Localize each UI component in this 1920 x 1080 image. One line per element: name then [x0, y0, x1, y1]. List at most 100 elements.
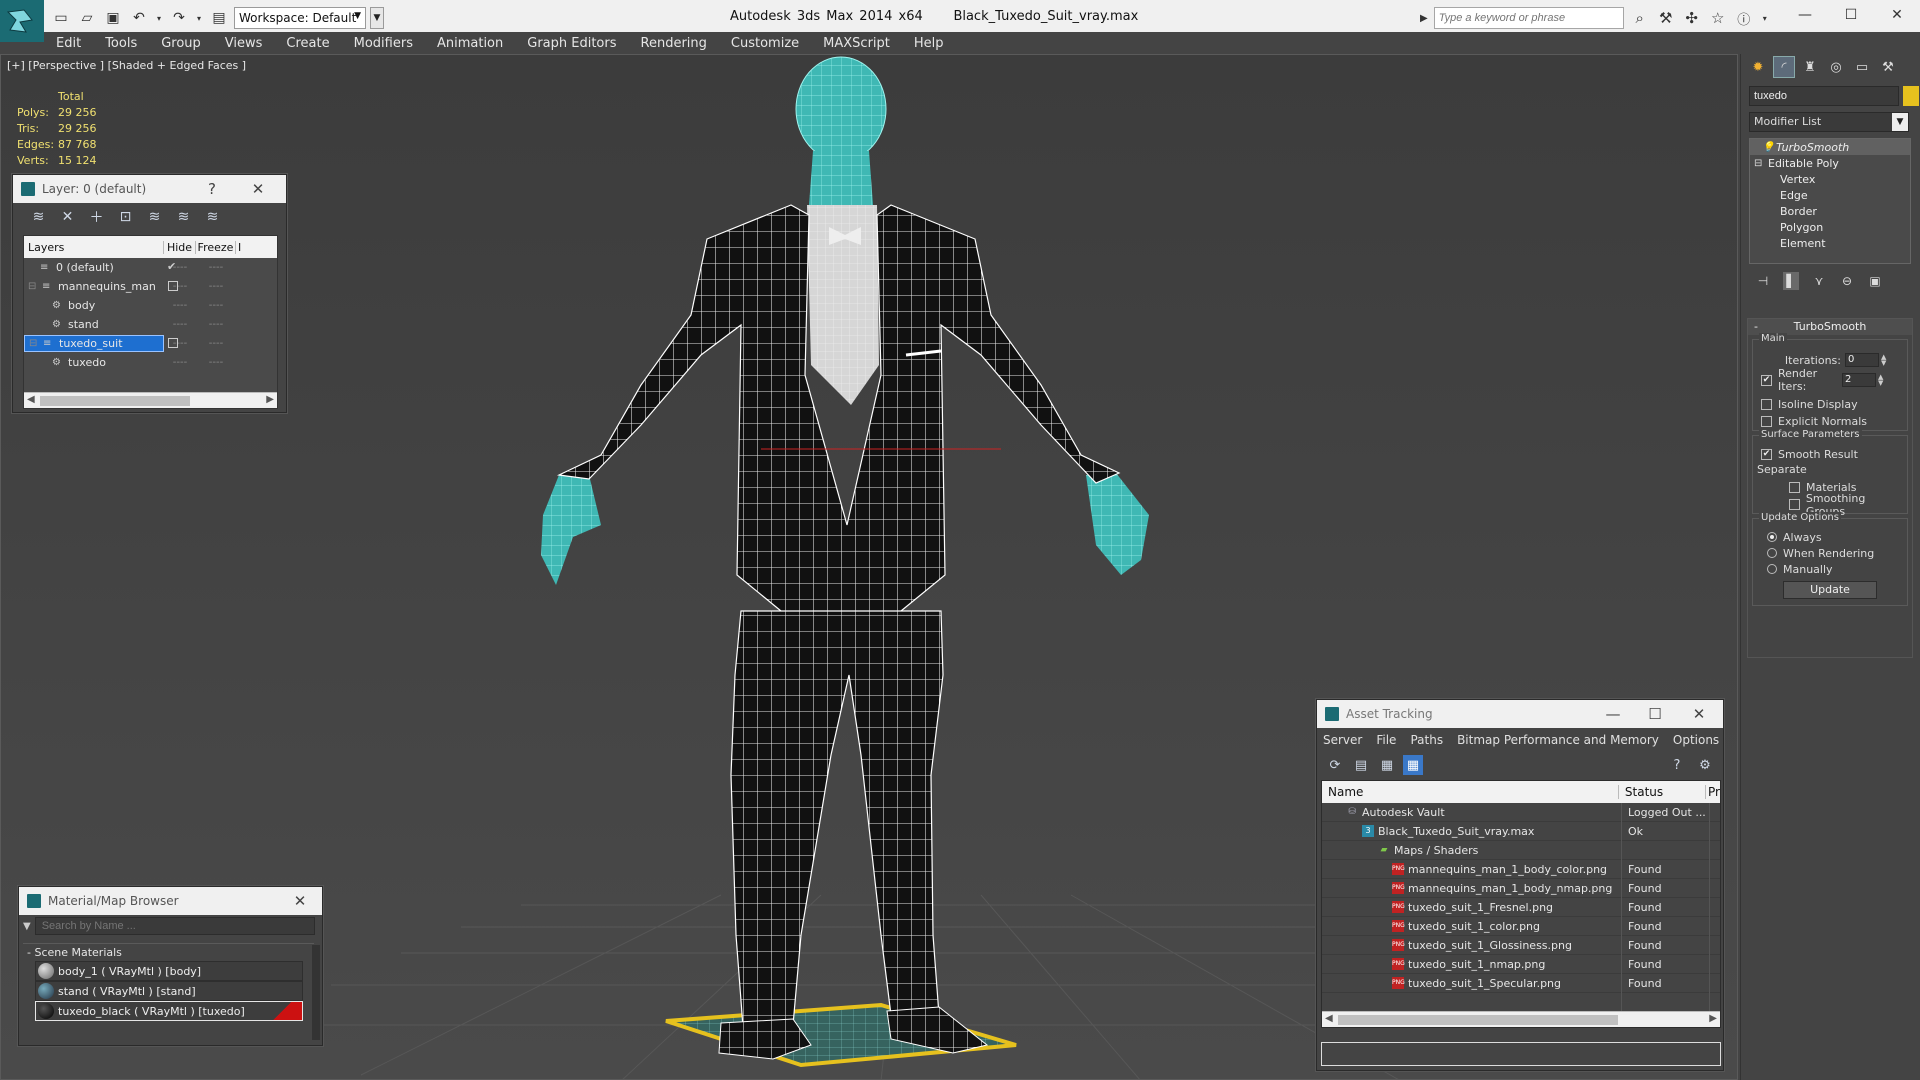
scroll-right-icon[interactable]: ▶ — [1709, 1013, 1717, 1024]
remove-modifier-icon[interactable]: ⊖ — [1839, 272, 1855, 290]
project-folder-icon[interactable]: ▤ — [208, 7, 230, 29]
add-to-layer-icon[interactable]: ＋ — [85, 207, 108, 227]
options-dropdown-icon[interactable]: ▼ — [23, 921, 31, 932]
material-item-tuxedo[interactable]: tuxedo_black ( VRayMtl ) [tuxedo] — [35, 1001, 303, 1021]
maximize-icon[interactable]: ☐ — [1828, 0, 1874, 30]
create-layer-icon[interactable]: ≋ — [27, 207, 50, 227]
column-name[interactable]: Name — [1322, 785, 1619, 799]
menu-rendering[interactable]: Rendering — [641, 36, 707, 51]
table-view-icon[interactable]: ▦ — [1403, 755, 1423, 775]
scroll-right-icon[interactable]: ▶ — [266, 394, 274, 405]
update-button[interactable]: Update — [1783, 581, 1877, 599]
collapse-icon[interactable]: ⊟ — [1754, 158, 1768, 169]
asset-row[interactable]: PNG mannequins_man_1_body_color.png Found — [1322, 859, 1720, 879]
scene-materials-group[interactable]: - Scene Materials — [23, 943, 314, 961]
display-tab-icon[interactable]: ▭ — [1851, 56, 1873, 78]
close-icon[interactable]: ✕ — [240, 175, 276, 203]
workspace-dropdown[interactable]: Workspace: Default ▼ — [234, 7, 366, 29]
thumbnail-view-icon[interactable]: ▦ — [1377, 755, 1397, 775]
expand-arrow-icon[interactable]: ▶ — [1420, 13, 1428, 24]
save-file-icon[interactable]: ▣ — [102, 7, 124, 29]
when-rendering-radio[interactable] — [1767, 548, 1777, 558]
create-tab-icon[interactable]: ✹ — [1747, 56, 1769, 78]
communication-center-icon[interactable]: ✣ — [1682, 8, 1702, 28]
scroll-left-icon[interactable]: ◀ — [1325, 1013, 1333, 1024]
material-search-input[interactable] — [34, 917, 315, 935]
configure-sets-icon[interactable]: ▣ — [1867, 272, 1883, 290]
update-manually-option[interactable]: Manually — [1753, 561, 1907, 577]
material-item-body[interactable]: body_1 ( VRayMtl ) [body] — [35, 961, 303, 981]
stack-item-turbosmooth[interactable]: 💡 TurboSmooth — [1750, 139, 1910, 155]
scroll-thumb[interactable] — [1338, 1015, 1618, 1025]
asset-menu-server[interactable]: Server — [1323, 733, 1362, 747]
asset-row[interactable]: PNG tuxedo_suit_1_Fresnel.png Found — [1322, 897, 1720, 917]
explicit-normals-checkbox[interactable] — [1761, 416, 1772, 427]
material-browser-titlebar[interactable]: Material/Map Browser ✕ — [19, 887, 322, 915]
hide-toggle[interactable]: ---- — [164, 357, 196, 368]
asset-row[interactable]: ▰ Maps / Shaders — [1322, 840, 1720, 860]
menu-create[interactable]: Create — [286, 36, 329, 51]
menu-modifiers[interactable]: Modifiers — [354, 36, 413, 51]
binoculars-icon[interactable]: ⌕ — [1630, 8, 1650, 28]
lightbulb-icon[interactable]: 💡 — [1762, 142, 1776, 153]
asset-row[interactable]: 3 Black_Tuxedo_Suit_vray.max Ok — [1322, 821, 1720, 841]
freeze-toggle[interactable]: ---- — [196, 338, 236, 349]
subobject-polygon[interactable]: Polygon — [1750, 219, 1910, 235]
menu-help[interactable]: Help — [914, 36, 944, 51]
list-view-icon[interactable]: ▤ — [1351, 755, 1371, 775]
minimize-icon[interactable]: — — [1595, 700, 1631, 728]
spinner-arrows-icon[interactable]: ▲ ▼ — [1878, 374, 1883, 387]
help-dropdown-icon[interactable]: ▾ — [1760, 8, 1770, 28]
smoothing-groups-checkbox[interactable] — [1789, 499, 1800, 510]
asset-row[interactable]: PNG tuxedo_suit_1_Specular.png Found — [1322, 973, 1720, 993]
smooth-result-option[interactable]: ✔ Smooth Result — [1753, 446, 1907, 463]
freeze-toggle[interactable]: ---- — [196, 300, 236, 311]
hide-toggle[interactable]: ---- — [164, 300, 196, 311]
motion-tab-icon[interactable]: ◎ — [1825, 56, 1847, 78]
layer-row-tuxedo-suit[interactable]: ⊟ ≡ tuxedo_suit ---- ---- — [24, 334, 277, 353]
subobject-element[interactable]: Element — [1750, 235, 1910, 251]
smooth-result-checkbox[interactable]: ✔ — [1761, 449, 1772, 460]
isoline-checkbox[interactable] — [1761, 399, 1772, 410]
close-icon[interactable]: ✕ — [282, 887, 318, 915]
asset-row[interactable]: ⛁ Autodesk Vault Logged Out ... — [1322, 802, 1720, 822]
hierarchy-tab-icon[interactable]: ♜ — [1799, 56, 1821, 78]
material-scrollbar[interactable] — [312, 945, 320, 1040]
asset-menu-paths[interactable]: Paths — [1410, 733, 1443, 747]
always-radio[interactable] — [1767, 532, 1777, 542]
redo-icon[interactable]: ↷ — [168, 7, 190, 29]
layer-row-mannequins[interactable]: ⊟ ≡ mannequins_man ---- ---- — [24, 277, 277, 296]
customize-toolbar-button[interactable]: ▼ — [370, 7, 384, 29]
highlight-layer-icon[interactable]: ≋ — [143, 207, 166, 227]
set-current-checkbox[interactable] — [168, 338, 178, 348]
utilities-tab-icon[interactable]: ⚒ — [1877, 56, 1899, 78]
options-icon[interactable]: ⚙ — [1695, 755, 1715, 775]
object-color-swatch[interactable] — [1903, 86, 1919, 106]
subobject-border[interactable]: Border — [1750, 203, 1910, 219]
freeze-toggle[interactable]: ---- — [196, 262, 236, 273]
subobject-edge[interactable]: Edge — [1750, 187, 1910, 203]
explicit-normals-option[interactable]: Explicit Normals — [1753, 413, 1907, 430]
render-iters-spinner[interactable]: 2 — [1842, 373, 1876, 387]
search-input[interactable] — [1433, 7, 1624, 29]
freeze-toggle[interactable]: ---- — [196, 357, 236, 368]
asset-path-field[interactable] — [1321, 1042, 1721, 1066]
asset-menu-bitmap[interactable]: Bitmap Performance and Memory — [1457, 733, 1659, 747]
update-always-option[interactable]: Always — [1753, 529, 1907, 545]
spinner-arrows-icon[interactable]: ▲ ▼ — [1881, 354, 1886, 367]
modify-tab-icon[interactable]: ◜ — [1773, 56, 1795, 78]
column-freeze[interactable]: Freeze — [196, 240, 236, 254]
menu-customize[interactable]: Customize — [731, 36, 799, 51]
help-icon[interactable]: ? — [1667, 755, 1687, 775]
collapse-icon[interactable]: ⊟ — [29, 338, 39, 349]
asset-tracking-titlebar[interactable]: Asset Tracking — ☐ ✕ — [1317, 700, 1723, 728]
app-menu-button[interactable] — [0, 0, 44, 42]
update-when-rendering-option[interactable]: When Rendering — [1753, 545, 1907, 561]
render-iters-checkbox[interactable]: ✔ — [1761, 374, 1772, 386]
column-render[interactable]: I — [236, 241, 241, 254]
current-layer-check-icon[interactable]: ✔ — [167, 260, 179, 273]
layer-row-default[interactable]: ≡ 0 (default) ✔ ---- ---- — [24, 258, 277, 277]
collapse-icon[interactable]: ⊟ — [28, 281, 38, 292]
menu-maxscript[interactable]: MAXScript — [823, 36, 890, 51]
menu-edit[interactable]: Edit — [56, 36, 81, 51]
